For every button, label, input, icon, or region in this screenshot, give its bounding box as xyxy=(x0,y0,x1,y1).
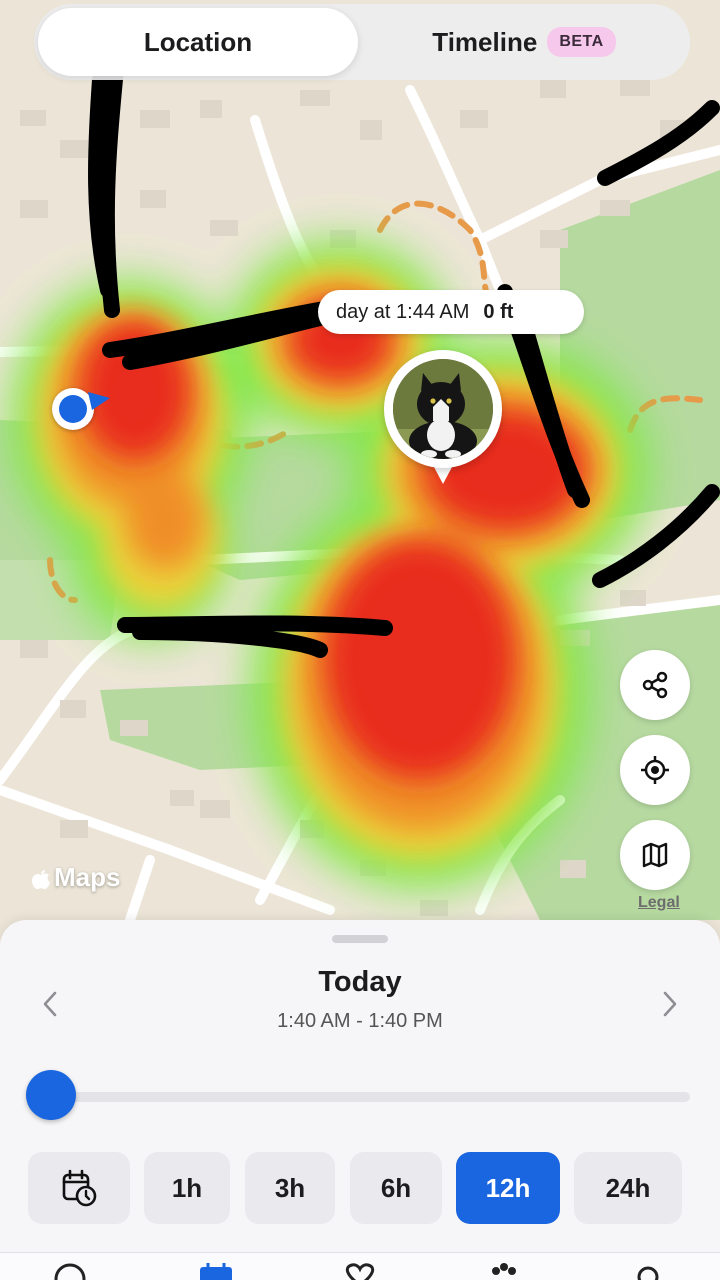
bottom-tab-bar xyxy=(0,1252,720,1280)
locate-me-button[interactable] xyxy=(620,735,690,805)
calendar-picker-button[interactable] xyxy=(28,1152,130,1224)
range-3h-button[interactable]: 3h xyxy=(245,1152,335,1224)
legal-link[interactable]: Legal xyxy=(638,894,680,912)
apple-logo-icon xyxy=(32,869,50,889)
history-sheet: Today 1:40 AM - 1:40 PM 1h 3h 6h 12h 24h xyxy=(0,920,720,1280)
calendar-clock-icon xyxy=(62,1169,97,1207)
locate-icon xyxy=(641,756,669,784)
map-style-button[interactable] xyxy=(620,820,690,890)
tab-health-icon[interactable] xyxy=(340,1261,380,1280)
period-time-range: 1:40 AM - 1:40 PM xyxy=(277,1010,443,1032)
maps-label: Maps xyxy=(54,862,121,892)
tab-search-icon[interactable] xyxy=(630,1261,666,1280)
location-tooltip: day at 1:44 AM 0 ft xyxy=(318,290,584,334)
tooltip-time: day at 1:44 AM xyxy=(336,300,470,323)
tab-location[interactable]: Location xyxy=(38,8,358,76)
tab-timeline-label: Timeline xyxy=(432,26,538,57)
tab-timeline[interactable]: Timeline BETA xyxy=(364,8,684,76)
tooltip-distance: 0 ft xyxy=(483,300,514,323)
chevron-right-icon xyxy=(663,991,677,1017)
tab-location-icon[interactable] xyxy=(52,1261,88,1280)
time-slider-thumb[interactable] xyxy=(26,1070,76,1120)
range-12h-button[interactable]: 12h xyxy=(456,1152,560,1224)
range-24h-button[interactable]: 24h xyxy=(574,1152,682,1224)
beta-badge: BETA xyxy=(547,27,616,57)
view-switcher: Location Timeline BETA xyxy=(34,4,690,80)
tab-community-icon[interactable] xyxy=(484,1261,524,1280)
pet-location-pin[interactable] xyxy=(384,350,502,486)
map-view[interactable]: day at 1:44 AM 0 ft Maps Legal xyxy=(0,0,720,940)
share-icon xyxy=(642,671,668,699)
range-1h-button[interactable]: 1h xyxy=(144,1152,230,1224)
tab-history-icon[interactable] xyxy=(196,1261,236,1280)
map-background xyxy=(0,0,720,940)
share-button[interactable] xyxy=(620,650,690,720)
period-title: Today xyxy=(318,966,402,998)
pet-photo xyxy=(393,359,493,459)
user-location-dot xyxy=(52,388,110,430)
sheet-grabber[interactable] xyxy=(332,935,388,943)
map-layers-icon xyxy=(642,842,668,868)
heading-indicator xyxy=(88,392,110,410)
next-period-button[interactable] xyxy=(650,984,690,1024)
time-slider-track[interactable] xyxy=(50,1092,690,1102)
range-6h-button[interactable]: 6h xyxy=(350,1152,442,1224)
maps-attribution: Maps xyxy=(30,862,120,893)
